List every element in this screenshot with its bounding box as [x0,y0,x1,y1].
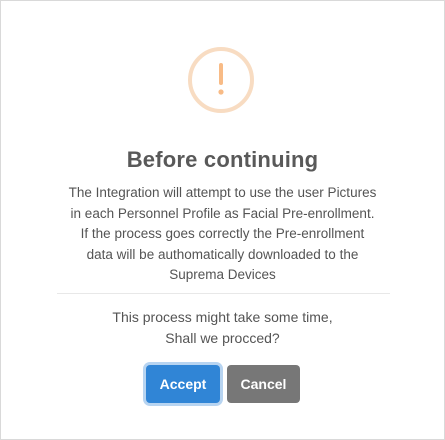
dialog-question: This process might take some time, Shall… [41,307,404,349]
question-line: Shall we procced? [165,330,280,346]
message-line: The Integration will attempt to use the … [68,185,377,200]
message-line: Suprema Devices [169,267,276,282]
accept-button[interactable]: Accept [146,365,220,403]
message-line: data will be authomatically downloaded t… [86,246,359,262]
message-line: in each Personnel Profile as Facial Pre-… [70,205,375,221]
cancel-button[interactable]: Cancel [227,365,300,403]
warning-icon [188,47,254,113]
dialog-title: Before continuing [126,147,319,172]
message-line: If the process goes correctly the Pre-en… [80,226,365,241]
confirmation-dialog: Before continuing The Integration will a… [0,0,445,440]
dialog-message: The Integration will attempt to use the … [41,183,404,286]
exclamation-icon [218,63,224,95]
divider [57,293,390,294]
question-line: This process might take some time, [112,309,333,325]
